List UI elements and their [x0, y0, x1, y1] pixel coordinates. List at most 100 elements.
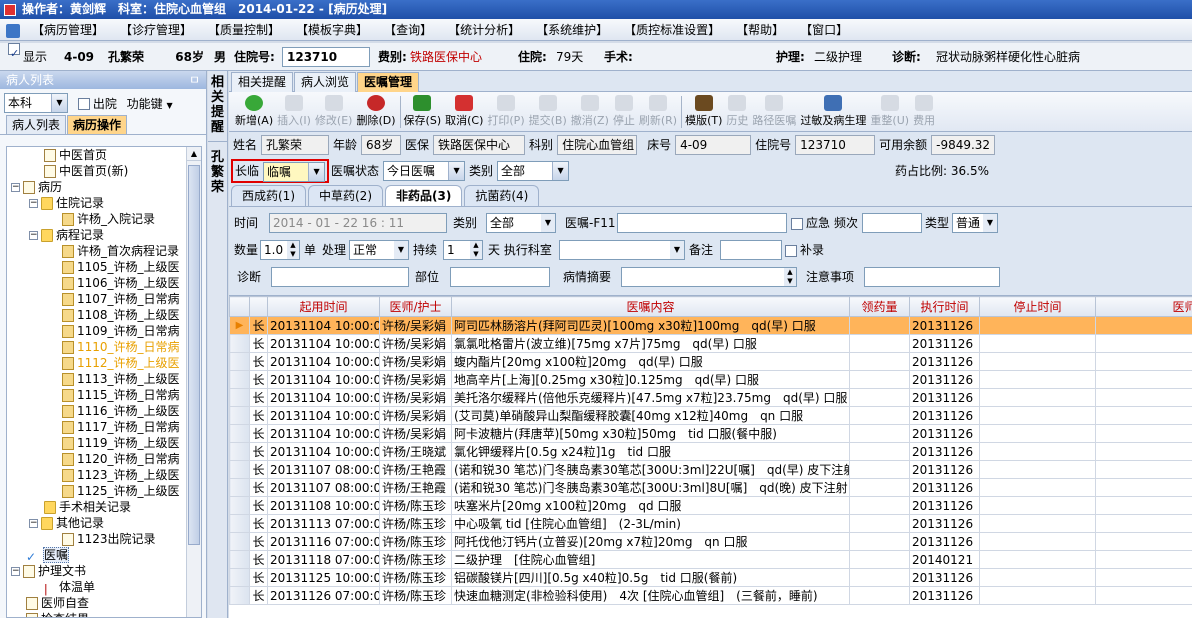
insert-button[interactable]: 插入(I): [277, 92, 311, 132]
app-menu-icon[interactable]: [6, 23, 20, 38]
collapse-icon[interactable]: −: [29, 519, 38, 528]
row-header[interactable]: [229, 568, 250, 587]
reminder-tab[interactable]: 相 关 提 醒: [208, 71, 227, 135]
tab-patient-list[interactable]: 病人列表: [6, 115, 67, 134]
menu-item-stats[interactable]: 【统计分析】: [440, 19, 528, 40]
exec-dept-select[interactable]: ▼: [559, 240, 685, 260]
urgent-toggle[interactable]: 应急: [791, 213, 830, 233]
remark-input[interactable]: [720, 240, 782, 260]
undo-button[interactable]: 取消(C): [445, 92, 483, 132]
row-header[interactable]: [229, 334, 250, 353]
column-dispense-qty[interactable]: 领药量: [849, 296, 910, 317]
tree-node[interactable]: 检查结果: [7, 611, 201, 617]
class-select[interactable]: 全部 ▼: [497, 161, 570, 181]
stepper-arrows-icon[interactable]: ▲ ▼: [287, 241, 299, 259]
save-button[interactable]: 保存(S): [404, 92, 441, 132]
row-header[interactable]: [229, 586, 250, 605]
patient-side-tab[interactable]: 孔 繁 荣: [208, 141, 227, 195]
scroll-up-icon[interactable]: ▲: [187, 147, 201, 161]
delete-button[interactable]: 删除(D): [356, 92, 396, 132]
order-content-input[interactable]: [617, 213, 787, 233]
tree-node[interactable]: − 其他记录: [7, 515, 201, 531]
row-header[interactable]: ▶: [229, 316, 250, 335]
table-row[interactable]: 长 20131118 07:00:00 许杨/陈玉珍 二级护理 [住院心血管组] 201…: [229, 550, 1192, 569]
display-checkbox[interactable]: [8, 43, 20, 68]
row-header[interactable]: [229, 388, 250, 407]
row-header[interactable]: [229, 406, 250, 425]
tab-record-ops[interactable]: 病历操作: [67, 115, 128, 134]
tree-node[interactable]: 1120_许杨_日常病: [7, 451, 201, 467]
menu-item-template[interactable]: 【模板字典】: [288, 19, 376, 40]
function-key-button[interactable]: 功能键 ▼: [127, 95, 173, 112]
table-row[interactable]: 长 20131107 08:00:00 许杨/王艳霞 (诺和锐30 笔芯)门冬胰岛素3…: [229, 460, 1192, 479]
supplement-toggle[interactable]: 补录: [785, 240, 824, 260]
tree-node[interactable]: 医师自查: [7, 595, 201, 611]
tree-node[interactable]: 中医首页(新): [7, 163, 201, 179]
table-row[interactable]: 长 20131104 10:00:00 许杨/吴彩娟 蝮内酯片[20mg x100粒]…: [229, 352, 1192, 371]
column-stop-time[interactable]: 停止时间: [979, 296, 1096, 317]
tree-node[interactable]: 1119_许杨_上级医: [7, 435, 201, 451]
pin-icon[interactable]: ㅁ: [189, 71, 200, 89]
table-row[interactable]: 长 20131104 10:00:00 许杨/吴彩娟 阿卡波糖片(拜唐苹)[50mg …: [229, 424, 1192, 443]
handle-select[interactable]: 正常 ▼: [349, 240, 409, 260]
column-exec-time[interactable]: 执行时间: [909, 296, 980, 317]
add-button[interactable]: 新增(A): [235, 92, 273, 132]
template-button[interactable]: 模版(T): [685, 92, 722, 132]
path-button[interactable]: 路径医嘱: [752, 92, 796, 132]
duration-stepper[interactable]: 1 ▲ ▼: [443, 240, 483, 260]
edit-button[interactable]: 修改(E): [315, 92, 352, 132]
tree-node[interactable]: 1115_许杨_日常病: [7, 387, 201, 403]
tab-antibiotics[interactable]: 抗菌药(4): [464, 185, 540, 206]
tree-node[interactable]: 1105_许杨_上级医: [7, 259, 201, 275]
diag-input[interactable]: [271, 267, 409, 287]
row-header[interactable]: [229, 370, 250, 389]
allergy-button[interactable]: 过敏及病生理: [800, 92, 866, 132]
tree-node[interactable]: 手术相关记录: [7, 499, 201, 515]
row-header[interactable]: [229, 352, 250, 371]
row-header[interactable]: [229, 460, 250, 479]
table-row[interactable]: 长 20131104 10:00:00 许杨/吴彩娟 美托洛尔缓释片(倍他乐克缓释片)…: [229, 388, 1192, 407]
tree-node[interactable]: 1109_许杨_日常病: [7, 323, 201, 339]
print-button[interactable]: 打印(P): [487, 92, 525, 132]
reorg-button[interactable]: 重整(U): [870, 92, 909, 132]
table-row[interactable]: 长 20131104 10:00:00 许杨/吴彩娟 地高辛片[上海][0.25mg …: [229, 370, 1192, 389]
collapse-icon[interactable]: −: [11, 567, 20, 576]
row-header[interactable]: [229, 514, 250, 533]
collapse-icon[interactable]: −: [29, 199, 38, 208]
discharge-toggle[interactable]: 出院: [77, 95, 117, 112]
row-header[interactable]: [229, 532, 250, 551]
menu-item-help[interactable]: 【帮助】: [728, 19, 792, 40]
tree-node[interactable]: 许杨_首次病程记录: [7, 243, 201, 259]
tree-node[interactable]: 1116_许杨_上级医: [7, 403, 201, 419]
discharge-checkbox[interactable]: [77, 98, 90, 110]
tree-node[interactable]: − 护理文书: [7, 563, 201, 579]
tree-node[interactable]: 许杨_入院记录: [7, 211, 201, 227]
menu-item-query[interactable]: 【查询】: [376, 19, 440, 40]
stepper-arrows-icon[interactable]: ▲ ▼: [470, 241, 482, 259]
table-row[interactable]: 长 20131113 07:00:00 许杨/陈玉珍 中心吸氧 tid [住院心血管组…: [229, 514, 1192, 533]
tree-node[interactable]: − 病程记录: [7, 227, 201, 243]
tree-node[interactable]: 1110_许杨_日常病: [7, 339, 201, 355]
column-start-time[interactable]: 起用时间: [267, 296, 380, 317]
tree-node[interactable]: 1113_许杨_上级医: [7, 371, 201, 387]
tab-non-drug[interactable]: 非药品(3): [385, 185, 463, 206]
fee-button[interactable]: 费用: [913, 92, 935, 132]
tab-patient-browse[interactable]: 病人浏览: [294, 72, 357, 92]
menu-item-treatment[interactable]: 【诊疗管理】: [112, 19, 200, 40]
tree-node[interactable]: 中医首页: [7, 147, 201, 163]
row-header[interactable]: [229, 442, 250, 461]
table-row[interactable]: 长 20131107 08:00:00 许杨/王艳霞 (诺和锐30 笔芯)门冬胰岛素3…: [229, 478, 1192, 497]
table-row[interactable]: 长 20131116 07:00:00 许杨/陈玉珍 阿托伐他汀钙片(立普妥)[20m…: [229, 532, 1192, 551]
table-row[interactable]: ▶ 长 20131104 10:00:00 许杨/吴彩娟 阿司匹林肠溶片(拜阿司匹灵)[…: [229, 316, 1192, 335]
table-row[interactable]: 长 20131126 07:00:00 许杨/陈玉珍 快速血糖测定(非检验科使用) 4…: [229, 586, 1192, 605]
tree-node[interactable]: 1125_许杨_上级医: [7, 483, 201, 499]
form-class-select[interactable]: 全部 ▼: [486, 213, 556, 233]
table-row[interactable]: 长 20131104 10:00:00 许杨/吴彩娟 氯氯吡格雷片(波立维)[75mg…: [229, 334, 1192, 353]
row-header[interactable]: [229, 496, 250, 515]
order-status-select[interactable]: 今日医嘱 ▼: [383, 161, 466, 181]
site-input[interactable]: [450, 267, 550, 287]
qty-stepper[interactable]: 1.0 ▲ ▼: [260, 240, 300, 260]
tree-node[interactable]: ǀ 体温单: [7, 579, 201, 596]
order-type-select[interactable]: 临嘱 ▼: [263, 161, 326, 182]
tree-scrollbar[interactable]: ▲: [186, 147, 201, 617]
